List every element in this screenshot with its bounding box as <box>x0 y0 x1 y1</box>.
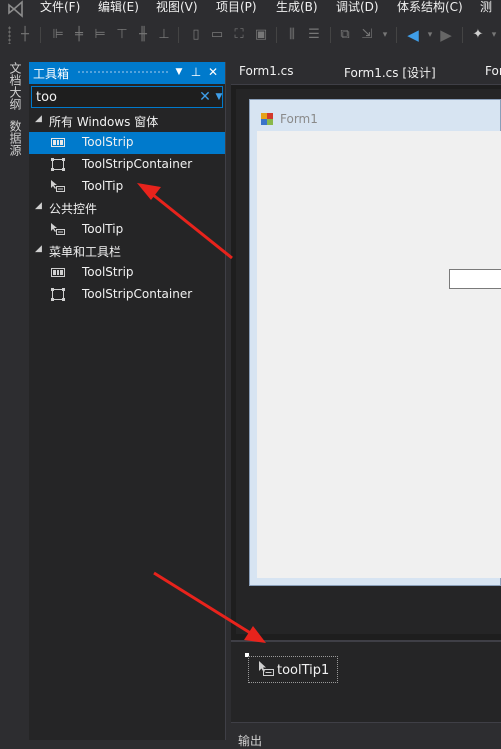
align-lefts-icon[interactable]: ⊫ <box>50 27 66 43</box>
document-outline-tab[interactable]: 文档大纲 <box>4 62 24 110</box>
toolbox-item-toolstripcontainer[interactable]: ToolStripContainer <box>29 154 225 176</box>
tray-component-tooltip1[interactable]: toolTip1 <box>248 656 338 683</box>
toolbox-title: 工具箱 <box>33 67 70 81</box>
data-sources-tab[interactable]: 数据源 <box>4 120 24 156</box>
toolbox-item-toolstrip[interactable]: ToolStrip <box>29 262 225 284</box>
form-client-area[interactable] <box>257 131 501 578</box>
search-options-dropdown-icon[interactable]: ▼ <box>214 89 224 105</box>
align-to-grid-icon[interactable]: ┼ <box>17 27 33 43</box>
toolbox-search-box[interactable]: ✕ ▼ <box>31 86 223 108</box>
toolbox-category-menus-toolbars[interactable]: ◢ 菜单和工具栏 <box>29 240 225 262</box>
navigate-back-icon[interactable]: ◀ <box>405 27 421 43</box>
form-window-icon <box>261 113 273 125</box>
toolstrip-icon <box>51 138 65 147</box>
toolbar-grip[interactable] <box>8 26 11 44</box>
make-same-width-icon[interactable]: ▯ <box>188 27 204 43</box>
collapse-arrow-icon: ◢ <box>35 201 42 211</box>
align-bottoms-icon[interactable]: ⊥ <box>156 27 172 43</box>
pin-icon[interactable]: ⊥ <box>189 65 203 79</box>
align-tops-icon[interactable]: ⊤ <box>114 27 130 43</box>
horizontal-spacing-icon[interactable]: ⫼ <box>284 27 300 43</box>
item-label: ToolStripContainer <box>82 287 193 301</box>
visual-studio-logo-icon <box>8 0 23 18</box>
title-grip <box>77 70 169 75</box>
output-panel-title[interactable]: 输出 <box>238 732 262 749</box>
tooltip-icon <box>51 223 65 235</box>
menu-view[interactable]: 视图(V) <box>156 0 198 15</box>
menu-file[interactable]: 文件(F) <box>40 0 80 15</box>
menu-test[interactable]: 测 <box>480 0 492 15</box>
back-dropdown-icon[interactable]: ▾ <box>422 27 438 43</box>
item-label: ToolStrip <box>82 265 134 279</box>
collapse-arrow-icon: ◢ <box>35 114 42 124</box>
toolbox-item-tooltip[interactable]: ToolTip <box>29 176 225 198</box>
make-same-size-icon[interactable]: ▣ <box>253 27 269 43</box>
menu-architecture[interactable]: 体系结构(C) <box>397 0 463 15</box>
toolbox-category-common-controls[interactable]: ◢ 公共控件 <box>29 197 225 219</box>
tab-form1-designer[interactable]: Form1.cs [设计] <box>344 64 436 81</box>
toolbar-separator <box>462 27 463 43</box>
item-label: ToolStripContainer <box>82 157 193 171</box>
layout-toolbar: ┼ ⊫ ╪ ⊨ ⊤ ╫ ⊥ ▯ ▭ ⛶ ▣ ⫼ ☰ ⧉ ⇲ ▾ ◀ ▾ ▶ ✦ … <box>0 19 501 52</box>
bring-to-front-icon[interactable]: ⧉ <box>337 27 353 43</box>
menu-edit[interactable]: 编辑(E) <box>98 0 139 15</box>
form-title: Form1 <box>280 112 318 126</box>
navigate-forward-icon[interactable]: ▶ <box>438 27 454 43</box>
close-icon[interactable]: ✕ <box>206 65 220 79</box>
toolbox-category-all-windows-forms[interactable]: ◢ 所有 Windows 窗体 <box>29 110 225 132</box>
toolstripcontainer-icon <box>51 158 65 171</box>
tooltip-icon <box>259 661 274 676</box>
toolbar-separator <box>40 27 41 43</box>
toolbox-item-toolstrip[interactable]: ToolStrip <box>29 132 225 154</box>
menu-project[interactable]: 项目(P) <box>216 0 257 15</box>
collapse-arrow-icon: ◢ <box>35 244 42 254</box>
align-rights-icon[interactable]: ⊨ <box>92 27 108 43</box>
toolbar-separator <box>330 27 331 43</box>
new-project-dropdown-icon[interactable]: ▾ <box>486 27 501 43</box>
toolstripcontainer-icon <box>51 288 65 301</box>
item-label: ToolTip <box>82 179 124 193</box>
window-position-dropdown-icon[interactable]: ▼ <box>172 65 186 79</box>
new-project-icon[interactable]: ✦ <box>470 27 486 43</box>
make-same-height-icon[interactable]: ▭ <box>209 27 225 43</box>
align-centers-icon[interactable]: ╪ <box>71 27 87 43</box>
toolbox-panel: 工具箱 ▼ ⊥ ✕ ✕ ▼ ◢ 所有 Windows 窗体 ToolStrip … <box>29 62 226 740</box>
category-label: 菜单和工具栏 <box>49 245 122 259</box>
category-label: 公共控件 <box>49 202 98 216</box>
tab-overflow[interactable]: Form <box>485 64 501 78</box>
toolbar-separator <box>276 27 277 43</box>
toolbar-overflow-icon[interactable]: ▾ <box>377 27 393 43</box>
output-panel: 输出 <box>231 722 501 748</box>
toolbox-search-input[interactable] <box>34 89 196 105</box>
vertical-spacing-icon[interactable]: ☰ <box>306 27 322 43</box>
menu-debug[interactable]: 调试(D) <box>336 0 379 15</box>
textbox-control[interactable] <box>449 269 501 289</box>
form-preview[interactable]: Form1 <box>249 99 501 586</box>
category-label: 所有 Windows 窗体 <box>49 115 159 129</box>
align-middles-icon[interactable]: ╫ <box>135 27 151 43</box>
clear-search-icon[interactable]: ✕ <box>198 89 212 105</box>
item-label: ToolTip <box>82 222 124 236</box>
menu-bar: 文件(F) 编辑(E) 视图(V) 项目(P) 生成(B) 调试(D) 体系结构… <box>0 0 501 19</box>
toolbar-separator <box>178 27 179 43</box>
size-to-grid-icon[interactable]: ⛶ <box>231 27 247 43</box>
document-tab-strip: Form1.cs Form1.cs [设计] Form <box>226 62 501 84</box>
toolstrip-icon <box>51 268 65 277</box>
toolbox-item-tooltip[interactable]: ToolTip <box>29 219 225 241</box>
tab-form1-cs[interactable]: Form1.cs <box>239 64 294 78</box>
menu-build[interactable]: 生成(B) <box>276 0 318 15</box>
tab-order-icon[interactable]: ⇲ <box>359 27 375 43</box>
toolbar-separator <box>396 27 397 43</box>
item-label: ToolStrip <box>82 135 134 149</box>
toolbox-item-toolstripcontainer[interactable]: ToolStripContainer <box>29 284 225 306</box>
toolbox-title-bar[interactable]: 工具箱 ▼ ⊥ ✕ <box>29 62 225 84</box>
side-tab-strip: 文档大纲 数据源 <box>0 52 29 740</box>
tooltip-icon <box>51 180 65 192</box>
component-label: toolTip1 <box>277 663 330 678</box>
